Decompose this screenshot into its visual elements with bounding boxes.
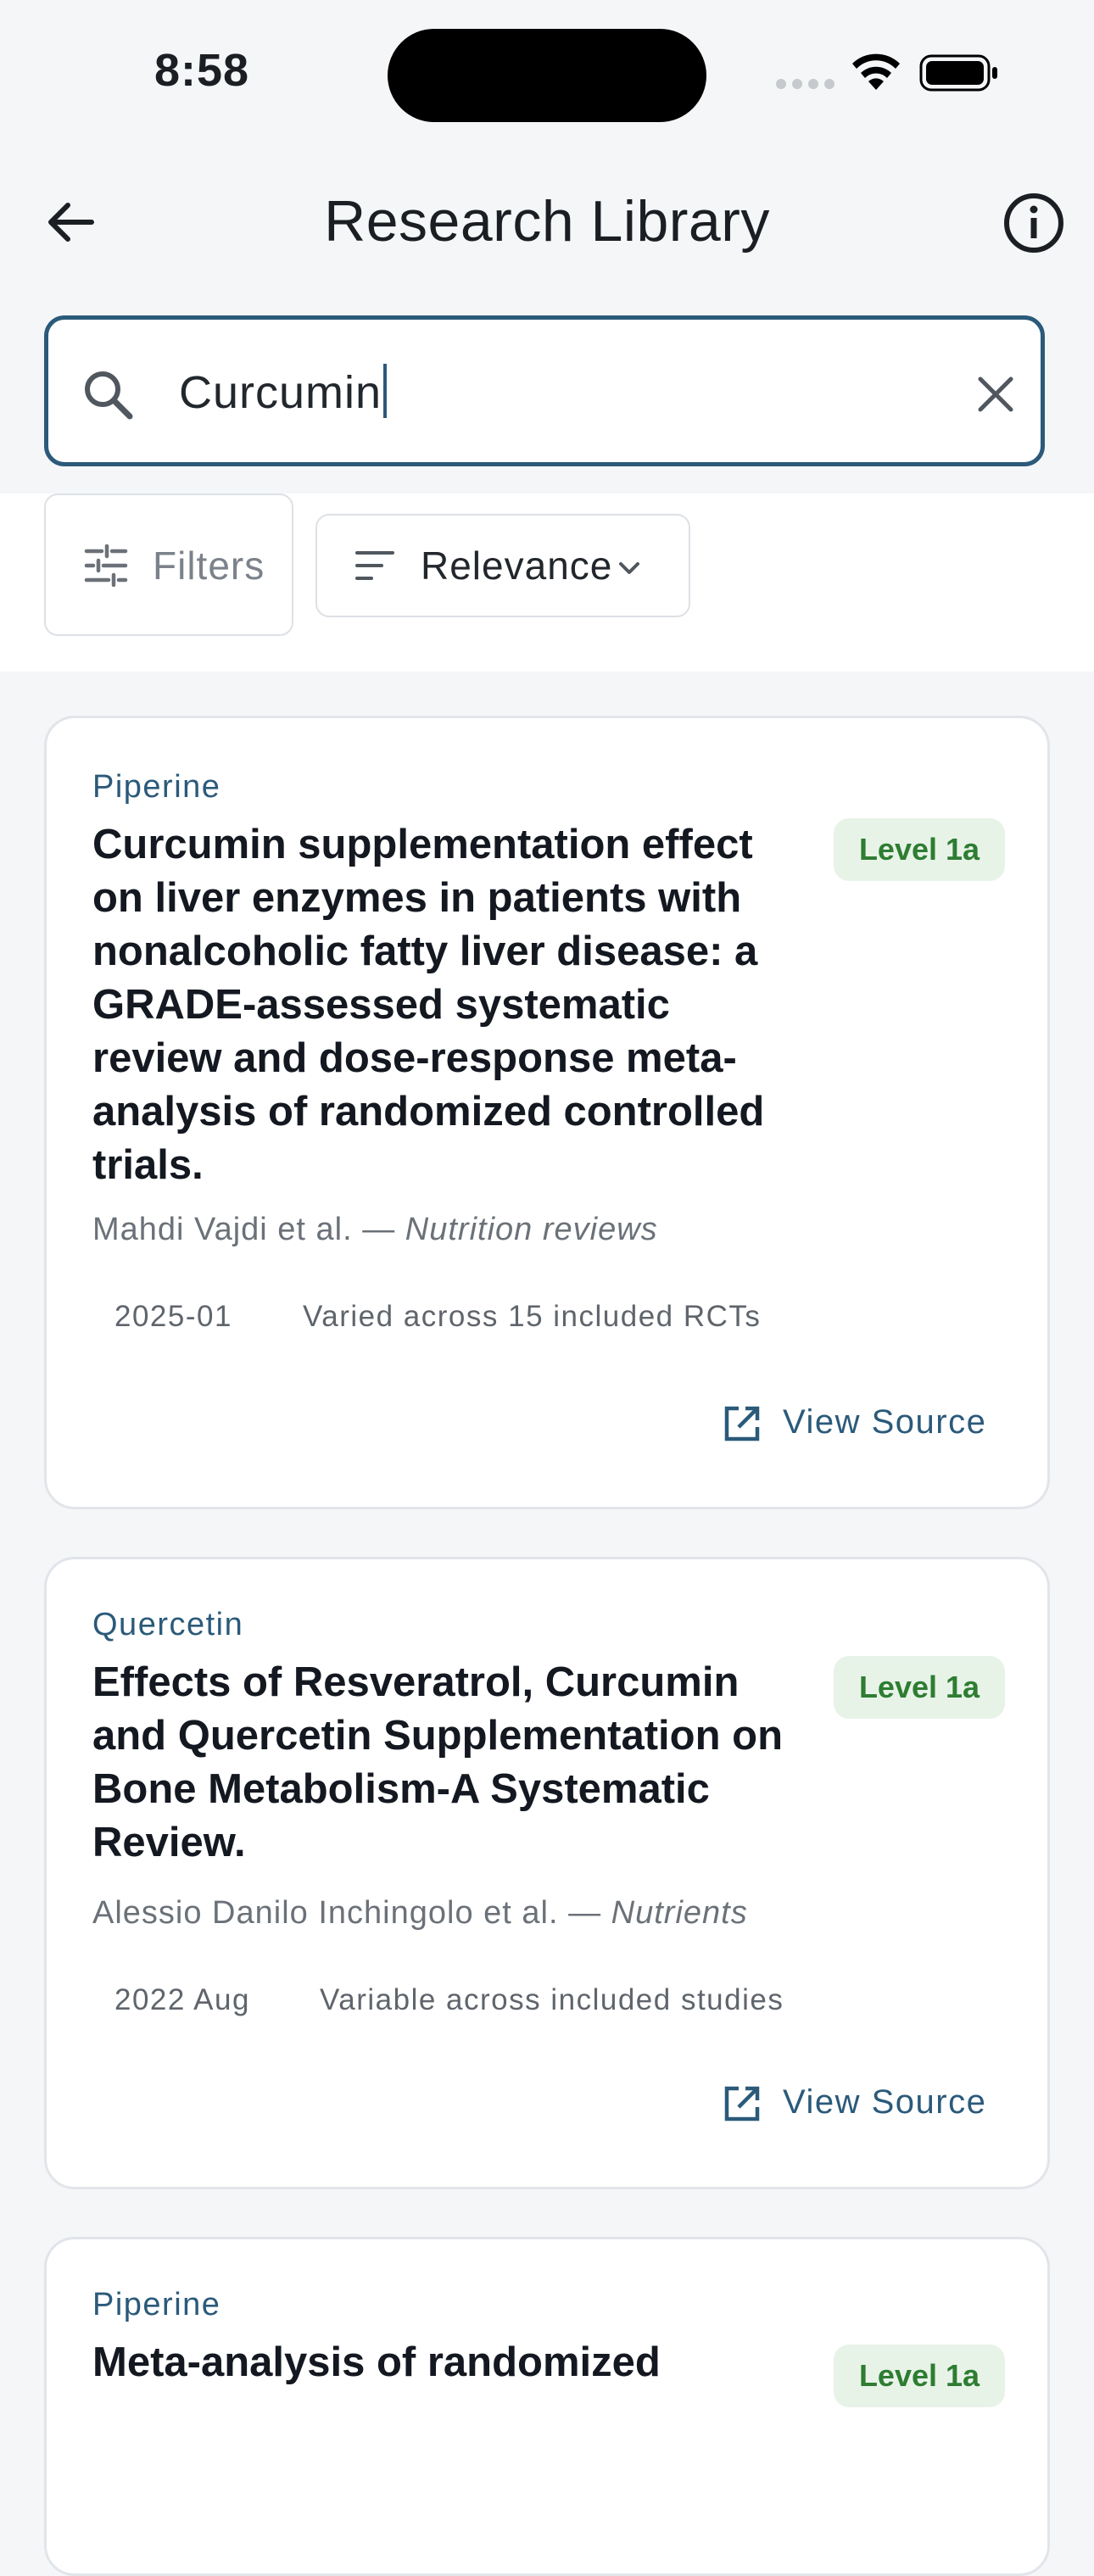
view-source-button[interactable]: View Source [717,2070,1005,2138]
publication-date: 2022 Aug [114,1983,250,2016]
sort-dropdown[interactable]: Relevance [315,514,690,617]
battery-icon [919,54,997,92]
app-header: Research Library [0,153,1094,293]
view-source-label: View Source [783,1403,987,1441]
wifi-icon [852,53,900,90]
authors-journal: Mahdi Vajdi et al. — Nutrition reviews [92,1212,658,1248]
authors: Mahdi Vajdi et al. — [92,1212,405,1247]
filters-label: Filters [153,544,265,588]
result-card[interactable]: Piperine Curcumin supplementation effect… [44,716,1050,1509]
search-field-value[interactable]: Curcumin [179,364,388,419]
sort-icon [355,551,394,580]
view-source-button[interactable]: View Source [717,1390,1005,1458]
authors-journal: Alessio Danilo Inchingolo et al. — Nutri… [92,1895,748,1932]
supplement-tag[interactable]: Piperine [92,2287,220,2323]
dynamic-island [388,29,706,122]
supplement-tag[interactable]: Quercetin [92,1607,243,1643]
signal-icon [776,79,834,89]
evidence-level-badge: Level 1a [834,2345,1005,2407]
dosage-info: Variable across included studies [320,1983,784,2016]
article-title[interactable]: Meta-analysis of randomized [92,2336,788,2389]
filters-button[interactable]: Filters [44,493,293,636]
close-icon[interactable] [968,367,1023,421]
status-bar: 8:58 [0,0,1094,153]
result-card[interactable]: Piperine Meta-analysis of randomized Lev… [44,2237,1050,2576]
journal: Nutrients [611,1895,748,1931]
evidence-level-badge: Level 1a [834,818,1005,881]
dosage-info: Varied across 15 included RCTs [303,1300,762,1333]
search-input[interactable]: Curcumin [44,315,1045,466]
article-title[interactable]: Effects of Resveratrol, Curcumin and Que… [92,1656,822,1870]
article-title[interactable]: Curcumin supplementation effect on liver… [92,818,788,1192]
text-caret [383,364,388,418]
authors: Alessio Danilo Inchingolo et al. — [92,1895,611,1931]
sort-label: Relevance [421,544,613,588]
external-link-icon [724,1406,760,1441]
journal: Nutrition reviews [405,1212,658,1247]
page-title: Research Library [324,189,770,254]
search-query-text: Curcumin [179,367,382,418]
evidence-level-badge: Level 1a [834,1656,1005,1719]
external-link-icon [724,2086,760,2122]
publication-date: 2025-01 [114,1300,232,1333]
result-card[interactable]: Quercetin Effects of Resveratrol, Curcum… [44,1557,1050,2189]
filters-icon [84,544,128,587]
view-source-label: View Source [783,2083,987,2121]
supplement-tag[interactable]: Piperine [92,769,220,806]
chevron-down-icon [619,562,639,574]
info-icon[interactable] [1001,190,1067,256]
status-time: 8:58 [154,45,250,96]
search-icon [85,371,133,420]
